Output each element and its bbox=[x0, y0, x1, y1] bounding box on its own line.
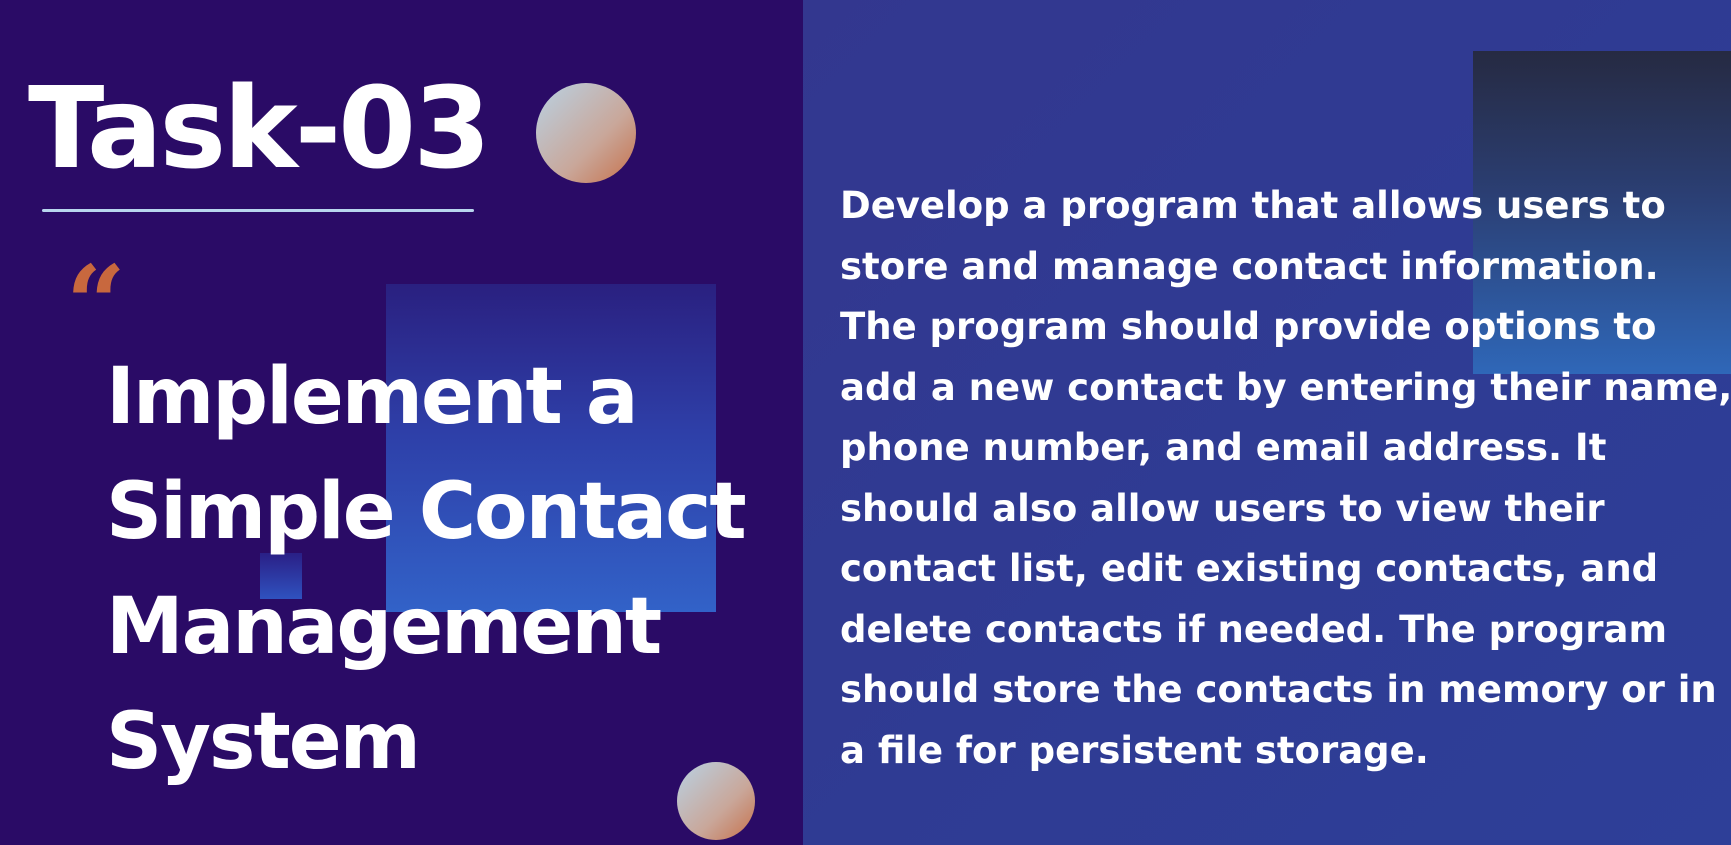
headline: Implement a Simple Contact Management Sy… bbox=[106, 340, 747, 800]
slide-title: Task-03 bbox=[28, 64, 491, 194]
title-underline bbox=[42, 209, 474, 212]
task-description: Develop a program that allows users to s… bbox=[840, 184, 1731, 772]
decorative-circle-top bbox=[536, 83, 636, 183]
headline-line: Management bbox=[106, 582, 662, 672]
headline-line: Implement a bbox=[106, 352, 639, 442]
headline-line: Simple Contact bbox=[106, 467, 747, 557]
right-panel: Develop a program that allows users to s… bbox=[803, 0, 1731, 845]
headline-line: System bbox=[106, 697, 421, 787]
left-panel: Task-03 “ Implement a Simple Contact Man… bbox=[0, 0, 803, 845]
